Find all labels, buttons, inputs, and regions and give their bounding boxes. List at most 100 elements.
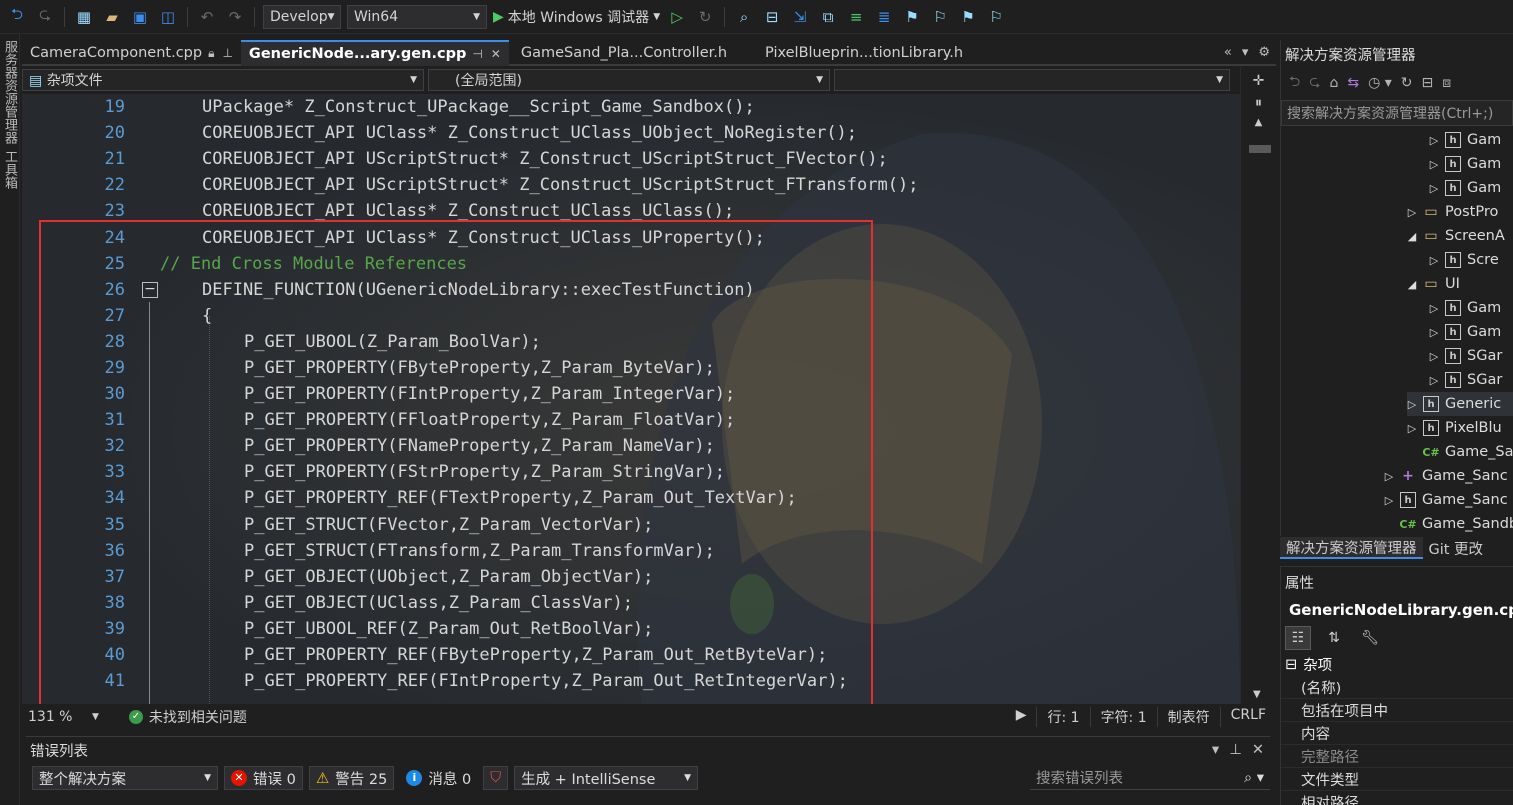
tree-item[interactable]: ▷ h Game_Sanc <box>1384 488 1513 512</box>
code-line[interactable]: 21 COREUOBJECT_API UScriptStruct* Z_Const… <box>22 146 1240 172</box>
toolbox-tab[interactable]: 工具箱 <box>0 150 19 189</box>
categorized-icon[interactable]: ☷ <box>1285 626 1311 650</box>
redo-icon[interactable]: ↷ <box>224 6 246 28</box>
expand-arrow-icon[interactable]: ▷ <box>1407 206 1417 219</box>
bookmark-icon[interactable]: ⚑ <box>901 6 923 28</box>
tab-generic-node-library[interactable]: GenericNode...ary.gen.cpp ⊣ ✕ <box>240 40 509 66</box>
history-icon[interactable]: ◷ ▾ <box>1368 75 1392 91</box>
tree-item[interactable]: ▷ h Gam <box>1429 128 1513 152</box>
scroll-right-icon[interactable]: ▶ <box>1006 707 1037 727</box>
back-icon[interactable]: ⮌ <box>1289 71 1300 95</box>
expand-arrow-icon[interactable]: ▷ <box>1384 494 1394 507</box>
diagram-icon[interactable]: ⧉ <box>817 6 839 28</box>
expand-arrow-icon[interactable]: ▷ <box>1407 422 1417 435</box>
uncomment-icon[interactable]: ≣ <box>873 6 895 28</box>
expand-arrow-icon[interactable]: ▷ <box>1429 134 1439 147</box>
prev-bookmark-icon[interactable]: ⚐ <box>929 6 951 28</box>
property-row[interactable]: (名称) <box>1281 676 1513 699</box>
line-indicator[interactable]: 行: 1 <box>1036 707 1089 727</box>
expand-arrow-icon[interactable]: ▷ <box>1429 302 1439 315</box>
property-row[interactable]: 包括在项目中 <box>1281 699 1513 722</box>
code-line[interactable]: 24 COREUOBJECT_API UClass* Z_Construct_UC… <box>22 224 1240 250</box>
undo-icon[interactable]: ↶ <box>196 6 218 28</box>
error-scope-select[interactable]: 整个解决方案 ▼ <box>32 766 218 790</box>
expand-arrow-icon[interactable]: ◢ <box>1407 278 1417 291</box>
tree-item[interactable]: C# Game_Sandbo <box>1384 512 1513 536</box>
expand-arrow-icon[interactable]: ▷ <box>1429 374 1439 387</box>
server-explorer-tab[interactable]: 服务器资源管理器 <box>0 40 19 144</box>
configuration-select[interactable]: Develop ▼ <box>263 4 341 29</box>
start-without-debug-icon[interactable]: ▷ <box>666 6 688 28</box>
code-line[interactable]: 29 P_GET_PROPERTY(FByteProperty,Z_Param_B… <box>22 355 1240 381</box>
tree-item[interactable]: ▷ h SGar <box>1429 368 1513 392</box>
editor-scrollbar[interactable]: ✛ ⏸ ▲ ▼ <box>1240 67 1276 704</box>
collapse-icon[interactable]: − <box>142 281 158 298</box>
code-line[interactable]: 25 // End Cross Module References <box>22 251 1240 277</box>
code-line[interactable]: 39 P_GET_UBOOL_REF(Z_Param_Out_RetBoolVar… <box>22 616 1240 642</box>
property-row[interactable]: 内容 <box>1281 722 1513 745</box>
tree-item[interactable]: ◢ ▭ UI <box>1407 272 1513 296</box>
tab-player-controller[interactable]: GameSand_Pla...Controller.h <box>509 40 735 66</box>
code-line[interactable]: 19 UPackage* Z_Construct_UPackage__Script… <box>22 94 1240 120</box>
tree-item[interactable]: ▷ h Gam <box>1429 176 1513 200</box>
code-line[interactable]: 30 P_GET_PROPERTY(FIntProperty,Z_Param_In… <box>22 381 1240 407</box>
expand-arrow-icon[interactable]: ▷ <box>1384 470 1394 483</box>
scroll-down-icon[interactable]: ▼ <box>1253 689 1261 700</box>
wrench-icon[interactable]: 🔧︎ <box>1357 626 1383 650</box>
forward-icon[interactable]: ⮎ <box>34 5 56 28</box>
clear-bookmarks-icon[interactable]: ⚐ <box>985 6 1007 28</box>
new-project-icon[interactable]: ▦ <box>73 6 95 28</box>
collapse-icon[interactable]: ⊟ <box>1422 75 1434 91</box>
code-line[interactable]: 33 P_GET_PROPERTY(FStrProperty,Z_Param_St… <box>22 459 1240 485</box>
code-line[interactable]: 23 COREUOBJECT_API UClass* Z_Construct_UC… <box>22 198 1240 224</box>
pin-icon[interactable]: ⊣ <box>472 47 482 61</box>
property-category[interactable]: ⊟ 杂项 <box>1281 653 1513 676</box>
expand-arrow-icon[interactable]: ▷ <box>1429 158 1439 171</box>
property-row[interactable]: 文件类型 <box>1281 768 1513 791</box>
scroll-thumb[interactable] <box>1249 145 1271 153</box>
code-line[interactable]: 27 { <box>22 303 1240 329</box>
code-line[interactable]: 36 P_GET_STRUCT(FTransform,Z_Param_Transf… <box>22 538 1240 564</box>
tree-item[interactable]: ▷ h Gam <box>1429 320 1513 344</box>
code-line[interactable]: 37 P_GET_OBJECT(UObject,Z_Param_ObjectVar… <box>22 564 1240 590</box>
warnings-filter-button[interactable]: ⚠ 警告 25 <box>308 766 395 790</box>
tree-item[interactable]: ▷ h Scre <box>1429 248 1513 272</box>
tab-pixel-blueprint[interactable]: PixelBlueprin...tionLibrary.h <box>735 40 971 66</box>
tree-item[interactable]: ▷ h SGar <box>1429 344 1513 368</box>
expand-arrow-icon[interactable]: ▷ <box>1429 350 1439 363</box>
code-line[interactable]: 28 P_GET_UBOOL(Z_Param_BoolVar); <box>22 329 1240 355</box>
properties-icon[interactable]: ⧈ <box>1442 75 1451 91</box>
dropdown-icon[interactable]: ▾ <box>1212 742 1219 758</box>
tabs-indicator[interactable]: 制表符 <box>1156 707 1220 727</box>
layout-icon[interactable]: ⊟ <box>761 6 783 28</box>
alphabetical-icon[interactable]: ⇅ <box>1321 626 1347 650</box>
project-select[interactable]: ▤ 杂项文件 ▼ <box>22 69 424 91</box>
back-icon[interactable]: ⮌ <box>6 5 28 28</box>
tree-item[interactable]: ▷ + Game_Sanc <box>1384 464 1513 488</box>
pin-icon[interactable]: ⊥ <box>1229 742 1242 758</box>
find-in-files-icon[interactable]: ⌕ <box>733 6 755 28</box>
next-bookmark-icon[interactable]: ⚑ <box>957 6 979 28</box>
tree-item[interactable]: ▷ h Gam <box>1429 296 1513 320</box>
code-line[interactable]: 20 COREUOBJECT_API UClass* Z_Construct_UC… <box>22 120 1240 146</box>
expand-arrow-icon[interactable]: ◢ <box>1407 230 1417 243</box>
pause-icon[interactable]: ⏸ <box>1241 95 1276 111</box>
solution-search-input[interactable]: 搜索解决方案资源管理器(Ctrl+;) <box>1281 100 1513 126</box>
tree-item[interactable]: C# Game_Sanc <box>1407 440 1513 464</box>
errors-filter-button[interactable]: ✕ 错误 0 <box>224 766 303 790</box>
start-debugging-button[interactable]: ▶ 本地 Windows 调试器 ▼ <box>493 7 660 27</box>
property-row[interactable]: 完整路径 <box>1281 745 1513 768</box>
tree-item[interactable]: ▷ h Generic <box>1407 392 1513 416</box>
code-line[interactable]: 35 P_GET_STRUCT(FVector,Z_Param_VectorVar… <box>22 512 1240 538</box>
save-all-icon[interactable]: ◫ <box>157 6 179 28</box>
code-line[interactable]: 38 P_GET_OBJECT(UClass,Z_Param_ClassVar); <box>22 590 1240 616</box>
build-source-select[interactable]: 生成 + IntelliSense ▼ <box>514 766 699 790</box>
expand-arrow-icon[interactable]: ▷ <box>1407 398 1417 411</box>
filter-button[interactable]: ⛉ <box>483 766 509 790</box>
expand-arrow-icon[interactable]: ▷ <box>1429 182 1439 195</box>
expand-arrow-icon[interactable]: ▷ <box>1429 326 1439 339</box>
tab-solution-explorer[interactable]: 解决方案资源管理器 <box>1280 537 1423 559</box>
member-select[interactable]: ▼ <box>834 69 1230 91</box>
code-line[interactable]: 32 P_GET_PROPERTY(FNameProperty,Z_Param_N… <box>22 433 1240 459</box>
hot-reload-icon[interactable]: ↻ <box>694 6 716 28</box>
